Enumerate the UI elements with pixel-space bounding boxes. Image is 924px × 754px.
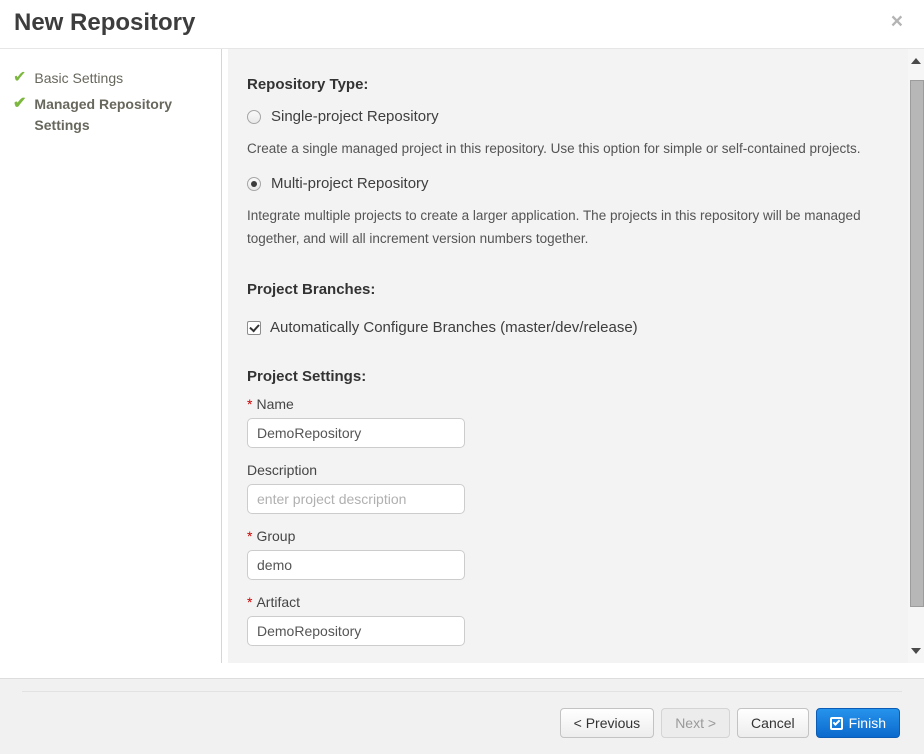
sidebar-item-basic-settings[interactable]: ✔ Basic Settings [13, 68, 209, 89]
sidebar-item-label: Basic Settings [34, 68, 123, 89]
required-marker: * [247, 528, 252, 544]
finish-button[interactable]: Finish [816, 708, 900, 738]
artifact-field[interactable] [247, 616, 465, 646]
description-field[interactable] [247, 484, 465, 514]
sidebar-item-label: Managed Repository Settings [34, 94, 194, 136]
name-field[interactable] [247, 418, 465, 448]
description-field-label: Description [247, 462, 888, 478]
scrollbar-thumb[interactable] [910, 80, 924, 607]
close-icon[interactable]: × [891, 11, 903, 32]
artifact-field-label: *Artifact [247, 594, 888, 610]
version-field-label: *Version [247, 660, 888, 663]
dialog-footer: < Previous Next > Cancel Finish [0, 678, 924, 754]
previous-button[interactable]: < Previous [560, 708, 655, 738]
cancel-button[interactable]: Cancel [737, 708, 809, 738]
footer-button-row: < Previous Next > Cancel Finish [0, 708, 900, 738]
required-marker: * [247, 594, 252, 610]
checkbox-icon[interactable] [247, 321, 261, 335]
project-settings-heading: Project Settings: [247, 368, 888, 385]
name-field-label: *Name [247, 396, 888, 412]
checkbox-label[interactable]: Automatically Configure Branches (master… [270, 319, 638, 336]
single-project-help-text: Create a single managed project in this … [247, 137, 872, 160]
scroll-up-icon[interactable] [911, 58, 921, 64]
auto-configure-branches-checkbox[interactable]: Automatically Configure Branches (master… [247, 319, 888, 336]
repository-type-heading: Repository Type: [247, 76, 888, 93]
vertical-scrollbar[interactable] [908, 49, 924, 663]
sidebar-item-managed-repository-settings[interactable]: ✔ Managed Repository Settings [13, 94, 209, 136]
group-field[interactable] [247, 550, 465, 580]
radio-icon[interactable] [247, 177, 261, 191]
finish-button-label: Finish [849, 715, 886, 731]
next-button: Next > [661, 708, 730, 738]
radio-icon[interactable] [247, 110, 261, 124]
check-icon: ✔ [13, 94, 26, 114]
group-field-label: *Group [247, 528, 888, 544]
wizard-content-panel: Repository Type: Single-project Reposito… [228, 49, 908, 663]
radio-label[interactable]: Multi-project Repository [271, 175, 429, 192]
new-repository-dialog: New Repository × ✔ Basic Settings ✔ Mana… [0, 0, 924, 754]
wizard-steps-sidebar: ✔ Basic Settings ✔ Managed Repository Se… [0, 49, 222, 663]
radio-single-project-repository[interactable]: Single-project Repository [247, 108, 888, 125]
check-icon: ✔ [13, 68, 26, 88]
page-title: New Repository [14, 9, 195, 37]
footer-divider [22, 691, 902, 692]
checkbox-check-icon [830, 717, 843, 730]
multi-project-help-text: Integrate multiple projects to create a … [247, 204, 872, 250]
radio-multi-project-repository[interactable]: Multi-project Repository [247, 175, 888, 192]
dialog-header: New Repository × [0, 0, 924, 49]
radio-label[interactable]: Single-project Repository [271, 108, 439, 125]
required-marker: * [247, 660, 252, 663]
project-branches-heading: Project Branches: [247, 281, 888, 298]
scroll-down-icon[interactable] [911, 648, 921, 654]
required-marker: * [247, 396, 252, 412]
